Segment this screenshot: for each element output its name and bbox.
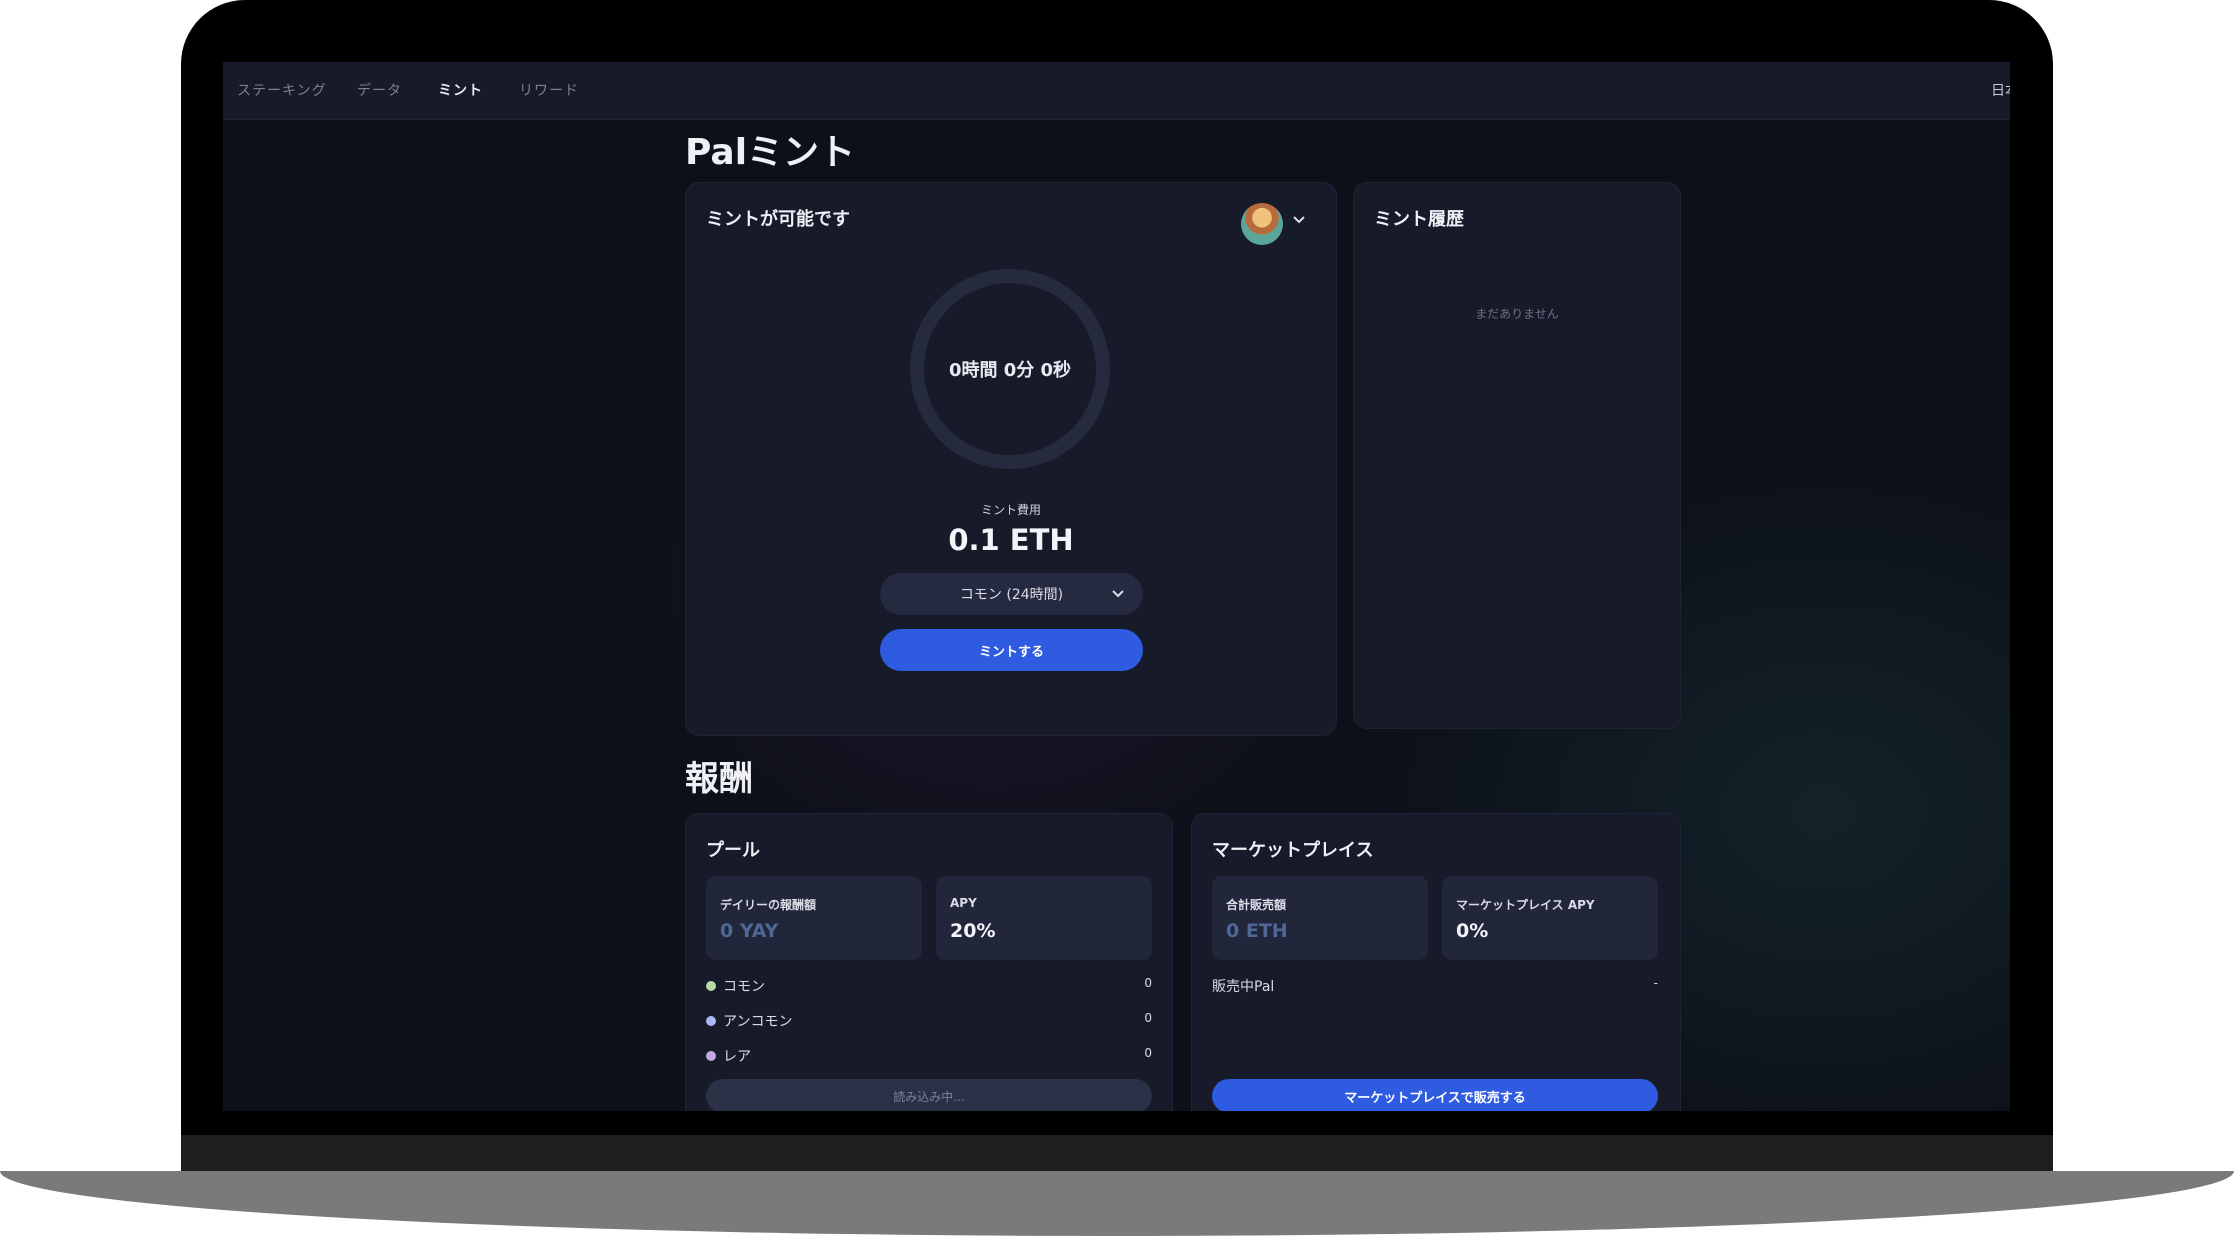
nav-item-staking[interactable]: ステーキング (237, 80, 327, 100)
mint-cost-value: 0.1 ETH (948, 523, 1074, 557)
apy-label: APY (950, 896, 977, 910)
pool-card: プール デイリーの報酬額 0 YAY APY 20% コモン 0 アンコモン 0… (685, 813, 1173, 1111)
rarity-row-common: コモン 0 (706, 976, 1152, 996)
rarity-label: レア (723, 1049, 751, 1065)
rarity-select-value: コモン (24時間) (959, 587, 1064, 603)
language-selector[interactable]: 日本 (1991, 80, 2010, 100)
rarity-count: 0 (1144, 1046, 1152, 1060)
marketplace-apy-stat: マーケットプレイス APY 0% (1442, 876, 1658, 960)
mint-history-empty: まだありません (1475, 307, 1559, 321)
nav-item-data[interactable]: データ (357, 80, 402, 100)
on-sale-row: 販売中Pal - (1212, 976, 1658, 996)
loading-button[interactable]: 読み込み中... (706, 1079, 1152, 1111)
mint-button[interactable]: ミントする (880, 629, 1143, 671)
rarity-row-rare: レア 0 (706, 1046, 1152, 1066)
avatar[interactable] (1241, 203, 1283, 245)
marketplace-apy-value: 0% (1456, 920, 1489, 942)
countdown-timer: 0時間 0分 0秒 (948, 360, 1072, 381)
total-sales-stat: 合計販売額 0 ETH (1212, 876, 1428, 960)
rarity-dot (706, 1051, 716, 1061)
mint-card-title: ミントが可能です (706, 209, 850, 230)
daily-reward-label: デイリーの報酬額 (720, 898, 817, 912)
rarity-label: コモン (723, 979, 765, 995)
total-sales-value: 0 ETH (1226, 920, 1288, 942)
mint-card: ミントが可能です 0時間 0分 0秒 ミント費用 0.1 ETH コモン (24… (685, 182, 1337, 736)
daily-reward-value: 0 YAY (720, 920, 779, 942)
rarity-select[interactable]: コモン (24時間) (880, 573, 1143, 615)
apy-stat: APY 20% (936, 876, 1152, 960)
mint-section-heading: Palミント (685, 132, 856, 173)
pool-card-title: プール (706, 840, 760, 861)
rarity-label: アンコモン (723, 1014, 793, 1030)
nav-item-mint[interactable]: ミント (438, 80, 483, 100)
apy-value: 20% (950, 920, 996, 942)
rarity-dot (706, 1016, 716, 1026)
total-sales-label: 合計販売額 (1226, 898, 1287, 912)
app-screen: ステーキング データ ミント リワード 日本 Palミント ミントが可能です 0… (223, 62, 2010, 1111)
rarity-row-uncommon: アンコモン 0 (706, 1011, 1152, 1031)
mint-cost-label: ミント費用 (980, 503, 1041, 517)
mint-history-card: ミント履歴 まだありません (1353, 182, 1681, 729)
chevron-down-icon[interactable] (1292, 215, 1306, 225)
laptop-hinge (181, 1135, 2053, 1171)
rarity-count: 0 (1144, 1011, 1152, 1025)
top-navigation: ステーキング データ ミント リワード 日本 (223, 62, 2010, 120)
marketplace-apy-label: マーケットプレイス APY (1456, 898, 1595, 912)
marketplace-card-title: マーケットプレイス (1212, 840, 1374, 861)
rarity-dot (706, 981, 716, 991)
chevron-down-icon (1112, 590, 1124, 598)
on-sale-value: - (1653, 976, 1658, 990)
sell-on-marketplace-button[interactable]: マーケットプレイスで販売する (1212, 1079, 1658, 1111)
mint-history-title: ミント履歴 (1374, 209, 1464, 230)
laptop-base (0, 1171, 2234, 1236)
on-sale-label: 販売中Pal (1212, 979, 1275, 995)
marketplace-card: マーケットプレイス 合計販売額 0 ETH マーケットプレイス APY 0% 販… (1191, 813, 1681, 1111)
rarity-count: 0 (1144, 976, 1152, 990)
nav-item-rewards[interactable]: リワード (519, 80, 579, 100)
rewards-section-heading: 報酬 (685, 759, 753, 799)
daily-reward-stat: デイリーの報酬額 0 YAY (706, 876, 922, 960)
